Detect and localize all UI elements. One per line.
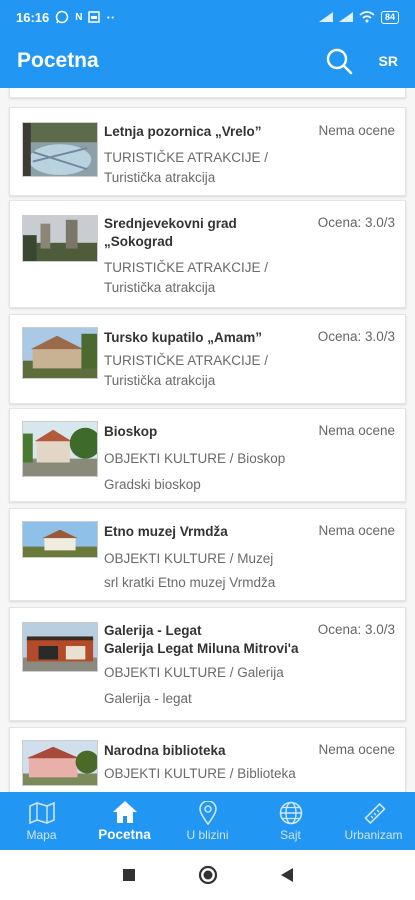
place-thumbnail xyxy=(22,521,98,558)
place-category: OBJEKTI KULTURE / Bioskop xyxy=(104,451,286,466)
list-item[interactable]: Srednjevekovni grad „Sokograd Ocena: 3.0… xyxy=(9,200,406,308)
place-category: TURISTIČKE ATRAKCIJE / xyxy=(104,150,269,165)
nav-urbanizam[interactable]: Urbanizam xyxy=(332,792,415,850)
place-rating: Nema ocene xyxy=(318,523,395,538)
place-title: Letnja pozornica „Vrelo” xyxy=(104,124,262,139)
place-category: OBJEKTI KULTURE / Biblioteka xyxy=(104,766,296,781)
place-subcategory: srl kratki Etno muzej Vrmdža xyxy=(104,575,276,590)
ruler-icon xyxy=(363,802,386,825)
place-title: Srednjevekovni grad „Sokograd xyxy=(104,216,237,249)
place-thumbnail xyxy=(22,122,98,177)
place-rating: Ocena: 3.0/3 xyxy=(317,215,395,230)
place-thumbnail xyxy=(22,622,98,672)
nav-label: Pocetna xyxy=(98,827,151,842)
nav-sajt[interactable]: Sajt xyxy=(249,792,332,850)
battery-icon: 84 xyxy=(380,10,399,24)
nav-label: Urbanizam xyxy=(344,828,403,842)
status-bar: 16:16 N ·· 84 xyxy=(0,0,415,34)
map-icon xyxy=(28,802,55,824)
places-list[interactable]: Letnja pozornica „Vrelo” Nema ocene TURI… xyxy=(0,88,415,792)
signal-icon xyxy=(318,12,333,22)
globe-icon xyxy=(279,801,302,825)
nav-pocetna[interactable]: Pocetna xyxy=(83,792,166,850)
language-button[interactable]: SR xyxy=(379,53,398,69)
location-pin-icon xyxy=(198,801,217,825)
place-title: Etno muzej Vrmdža xyxy=(104,524,228,539)
place-thumbnail xyxy=(22,421,98,477)
back-icon[interactable] xyxy=(280,867,294,883)
nav-label: Sajt xyxy=(280,828,301,842)
place-rating: Nema ocene xyxy=(318,423,395,438)
place-category: OBJEKTI KULTURE / Muzej xyxy=(104,551,274,566)
place-subcategory: Turistička atrakcija xyxy=(104,170,216,185)
list-item-partial[interactable] xyxy=(9,88,406,98)
place-subcategory: Gradski bioskop xyxy=(104,477,201,492)
place-subcategory: Galerija - legat xyxy=(104,691,192,706)
system-nav-bar xyxy=(0,850,415,900)
place-rating: Ocena: 3.0/3 xyxy=(317,622,395,637)
home-icon xyxy=(112,801,137,823)
place-rating: Nema ocene xyxy=(318,123,395,138)
place-rating: Ocena: 3.0/3 xyxy=(317,329,395,344)
app-bar: Pocetna SR xyxy=(0,34,415,88)
place-title: Bioskop xyxy=(104,424,158,439)
place-title: Narodna biblioteka xyxy=(104,743,226,758)
list-item[interactable]: Tursko kupatilo „Amam” Ocena: 3.0/3 TURI… xyxy=(9,314,406,404)
search-icon[interactable] xyxy=(325,47,353,75)
place-category: OBJEKTI KULTURE / Galerija xyxy=(104,665,284,680)
recents-icon[interactable] xyxy=(122,868,136,882)
list-item[interactable]: Narodna biblioteka Nema ocene OBJEKTI KU… xyxy=(9,727,406,792)
place-category: TURISTIČKE ATRAKCIJE / xyxy=(104,353,269,368)
list-item[interactable]: Bioskop Nema ocene OBJEKTI KULTURE / Bio… xyxy=(9,408,406,502)
place-subtitle: Galerija Legat Miluna Mitrovi'a xyxy=(104,641,299,656)
more-dots-icon: ·· xyxy=(106,9,116,25)
place-thumbnail xyxy=(22,215,98,262)
sim-icon xyxy=(88,11,101,23)
nfc-icon: N xyxy=(75,11,83,23)
wifi-icon xyxy=(359,11,375,23)
nav-label: Mapa xyxy=(26,828,57,842)
list-item[interactable]: Letnja pozornica „Vrelo” Nema ocene TURI… xyxy=(9,107,406,196)
list-item[interactable]: Etno muzej Vrmdža Nema ocene OBJEKTI KUL… xyxy=(9,508,406,601)
place-category: TURISTIČKE ATRAKCIJE / xyxy=(104,260,269,275)
list-item[interactable]: Galerija - Legat Galerija Legat Miluna M… xyxy=(9,607,406,721)
signal-icon-2 xyxy=(338,12,353,22)
place-thumbnail xyxy=(22,740,98,786)
place-title: Galerija - Legat xyxy=(104,623,202,638)
nav-mapa[interactable]: Mapa xyxy=(0,792,83,850)
place-rating: Nema ocene xyxy=(318,742,395,757)
place-subcategory: Turistička atrakcija xyxy=(104,280,216,295)
whatsapp-icon xyxy=(56,10,69,24)
status-time: 16:16 xyxy=(16,9,50,25)
place-subcategory: Turistička atrakcija xyxy=(104,373,216,388)
page-title: Pocetna xyxy=(17,49,99,72)
place-thumbnail xyxy=(22,327,98,379)
bottom-nav: Mapa Pocetna U blizini Sajt Urbanizam xyxy=(0,792,415,850)
home-button-icon[interactable] xyxy=(198,865,218,885)
nav-label: U blizini xyxy=(186,828,229,842)
place-title: Tursko kupatilo „Amam” xyxy=(104,330,263,345)
nav-u-blizini[interactable]: U blizini xyxy=(166,792,249,850)
